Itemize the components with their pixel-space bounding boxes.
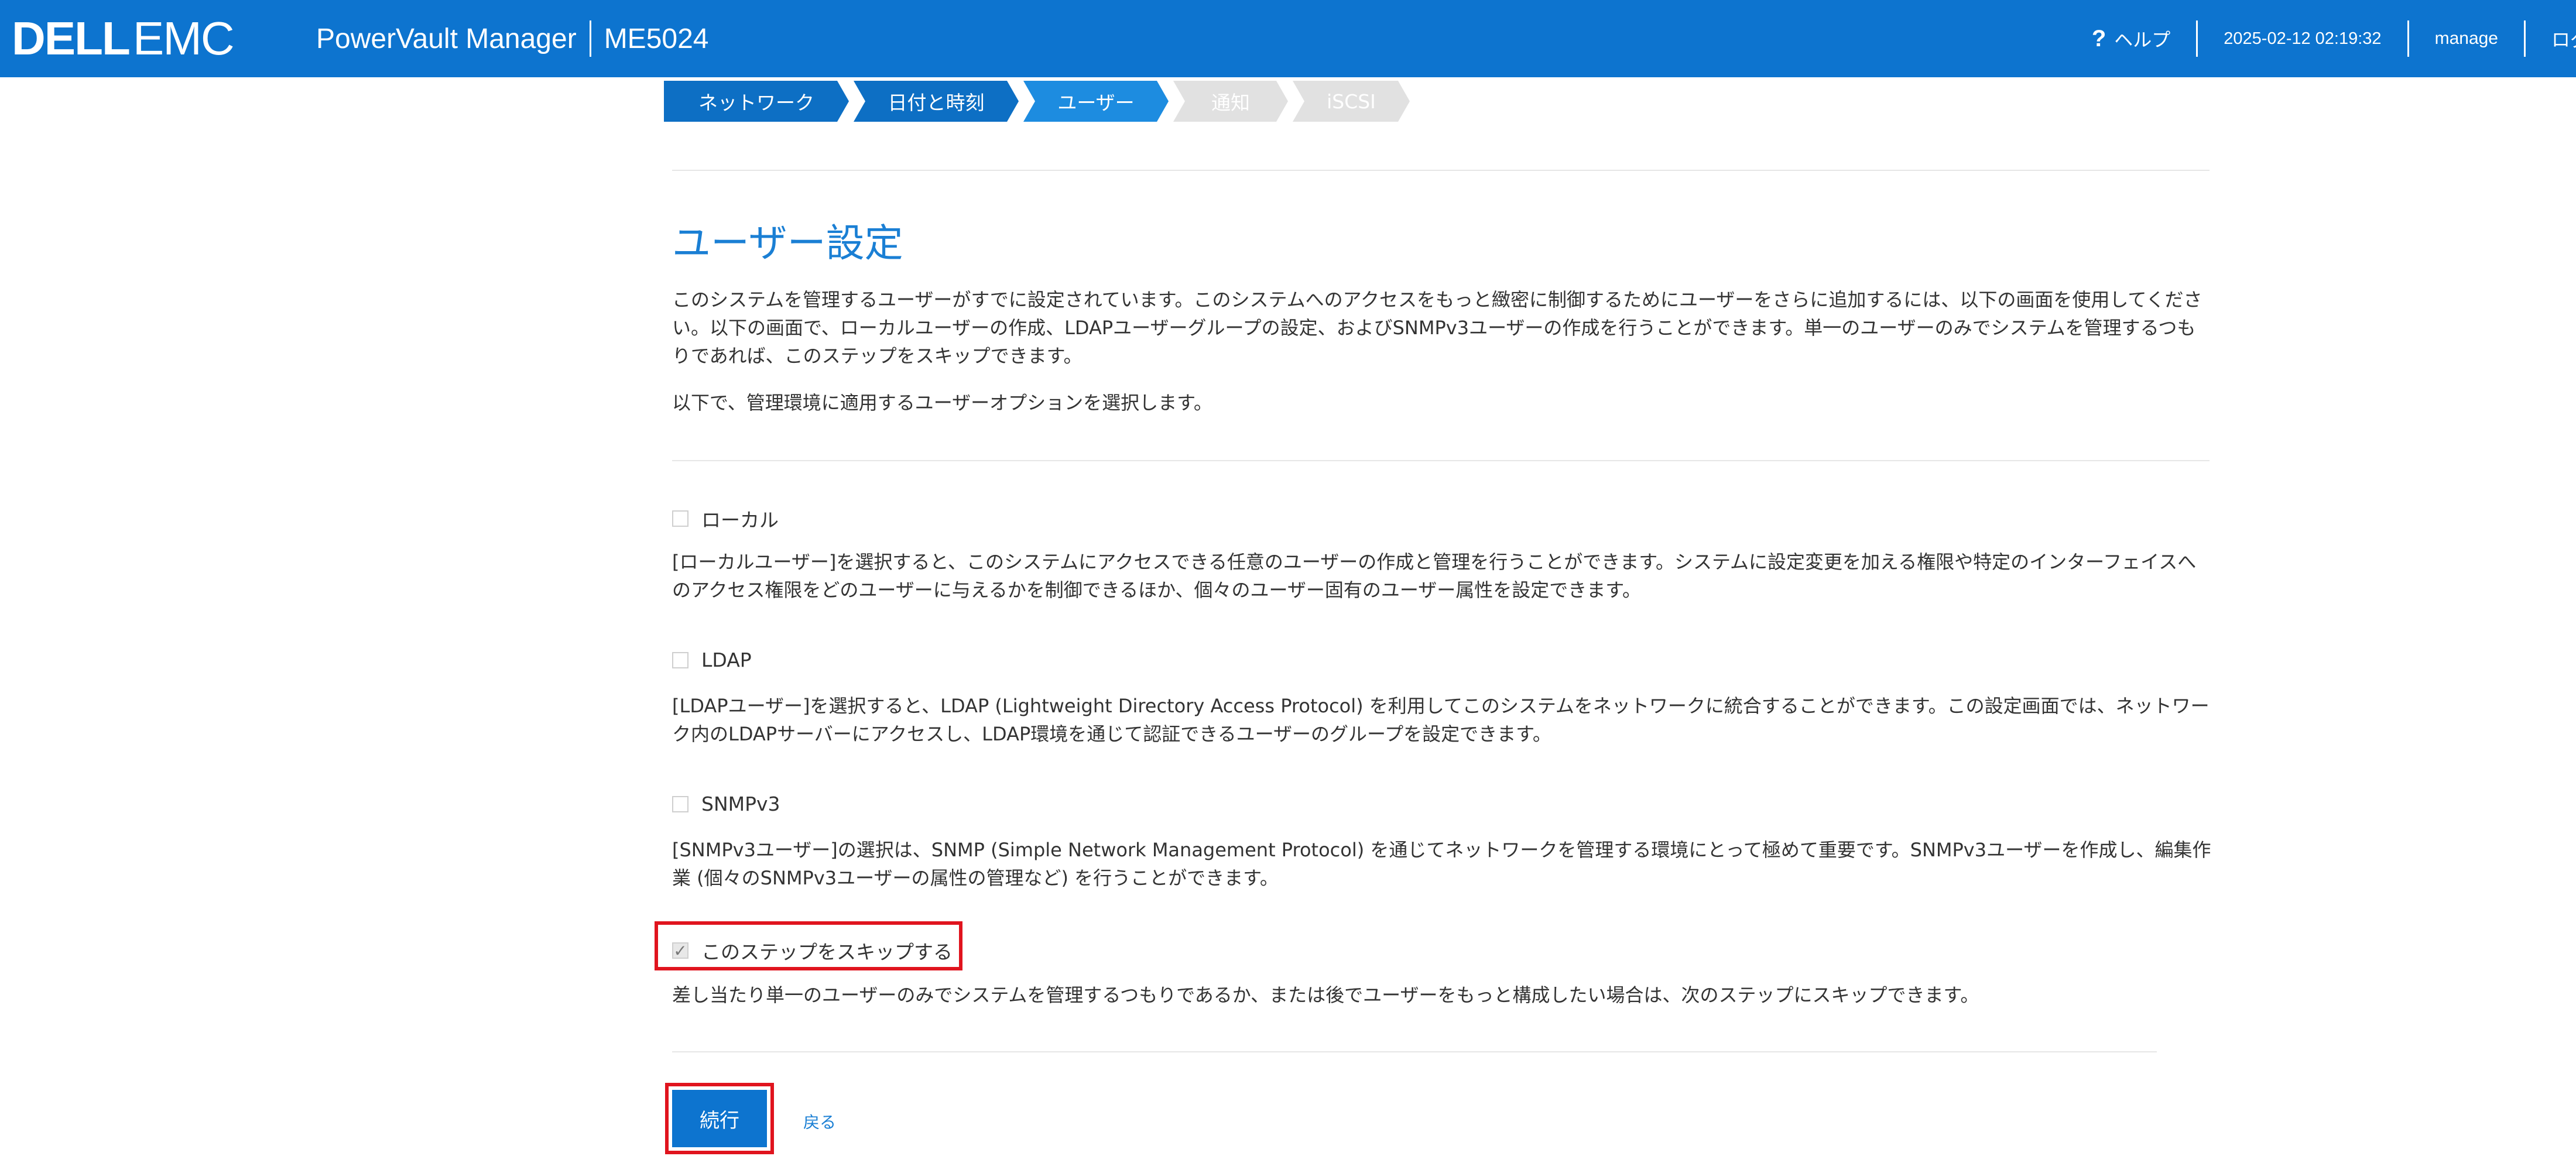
step-network[interactable]: ネットワーク — [664, 81, 849, 122]
snmpv3-description: [SNMPv3ユーザー]の選択は、SNMP (Simple Network Ma… — [672, 839, 2211, 889]
snmpv3-label: SNMPv3 — [701, 793, 780, 815]
local-label: ローカル — [701, 509, 779, 531]
local-checkbox[interactable] — [672, 510, 688, 527]
help-label: ヘルプ — [2114, 29, 2171, 50]
ldap-description: [LDAPユーザー]を選択すると、LDAP (Lightweight Direc… — [672, 695, 2210, 745]
select-prompt: 以下で、管理環境に適用するユーザーオプションを選択します。 — [672, 392, 1212, 414]
page-title: ユーザー設定 — [672, 221, 903, 266]
brand-emc: EMC — [132, 12, 235, 64]
header-right: ? ヘルプ 2025-02-12 02:19:32 manage ログアウト — [2066, 0, 2576, 77]
model-name: ME5024 — [604, 23, 709, 54]
product-title: PowerVault Manager — [316, 23, 577, 54]
brand-dell: DELL — [12, 12, 131, 64]
skip-description: 差し当たり単一のユーザーのみでシステムを管理するつもりであるか、または後でユーザ… — [672, 984, 1979, 1006]
option-ldap[interactable]: LDAP — [672, 649, 752, 671]
divider — [672, 460, 2210, 461]
continue-button[interactable]: 続行 — [672, 1090, 767, 1147]
current-user[interactable]: manage — [2409, 0, 2524, 77]
top-header-bar: DELL EMC PowerVault Manager ME5024 ? ヘルプ… — [0, 0, 2576, 77]
system-datetime: 2025-02-12 02:19:32 — [2224, 29, 2382, 48]
help-link[interactable]: ? ヘルプ — [2066, 0, 2196, 77]
wizard-steps: ネットワーク 日付と時刻 ユーザー 通知 iSCSI — [664, 81, 1414, 122]
ldap-checkbox[interactable] — [672, 651, 688, 668]
step-date-time[interactable]: 日付と時刻 — [854, 81, 1019, 122]
snmpv3-checkbox[interactable] — [672, 795, 688, 812]
intro-text: このシステムを管理するユーザーがすでに設定されています。このシステムへのアクセス… — [672, 289, 2202, 367]
divider — [672, 170, 2210, 171]
option-snmpv3[interactable]: SNMPv3 — [672, 793, 780, 815]
local-description: [ローカルユーザー]を選択すると、このシステムにアクセスできる任意のユーザーの作… — [672, 551, 2197, 601]
option-skip[interactable]: ✓ このステップをスキップする — [672, 937, 953, 965]
option-local[interactable]: ローカル — [672, 505, 779, 533]
back-link[interactable]: 戻る — [803, 1110, 836, 1133]
divider — [672, 1051, 2157, 1052]
product-separator — [589, 20, 591, 57]
logout-link[interactable]: ログアウト — [2526, 0, 2576, 77]
dell-emc-logo: DELL EMC — [12, 11, 235, 67]
skip-checkbox[interactable]: ✓ — [672, 941, 688, 961]
skip-label: このステップをスキップする — [701, 941, 953, 963]
ldap-label: LDAP — [701, 649, 752, 671]
product-name: PowerVault Manager ME5024 — [316, 0, 708, 77]
step-iscsi: iSCSI — [1293, 81, 1410, 122]
step-notifications: 通知 — [1173, 81, 1288, 122]
help-icon: ? — [2091, 25, 2106, 52]
step-users[interactable]: ユーザー — [1023, 81, 1169, 122]
